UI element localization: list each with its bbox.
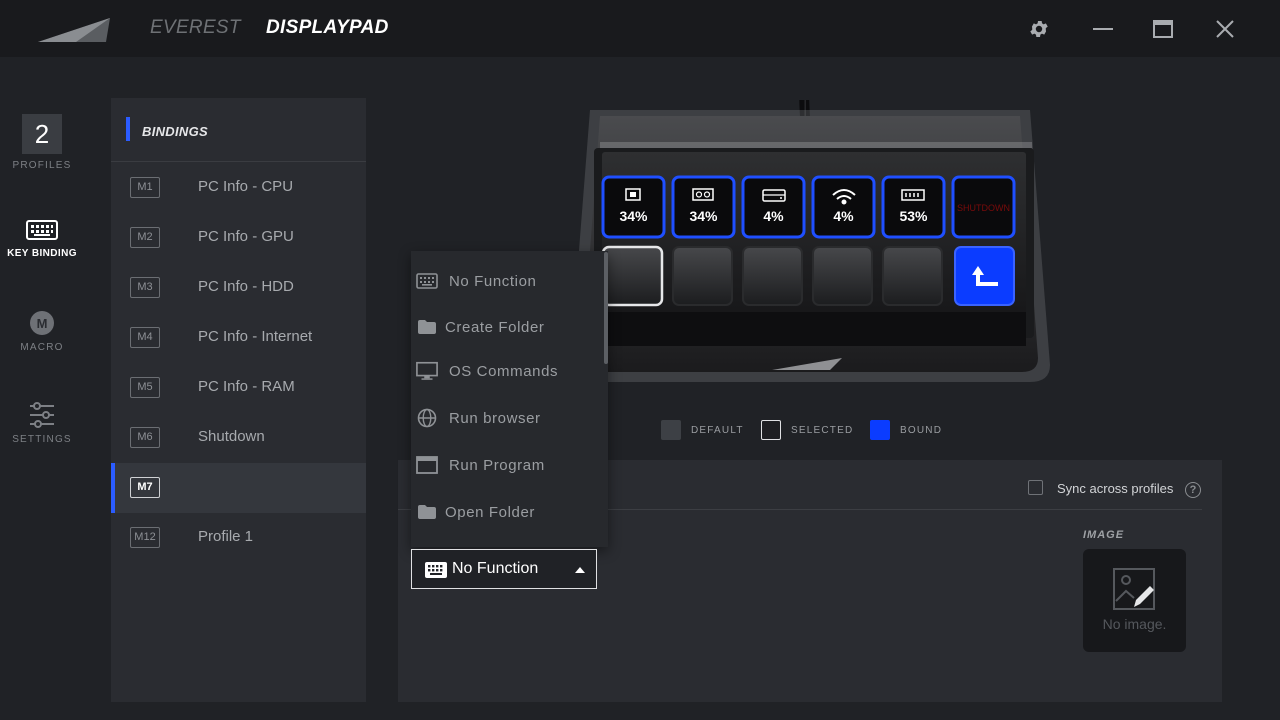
folder-icon — [416, 502, 438, 522]
binding-row-m4[interactable]: M4 PC Info - Internet — [111, 313, 366, 363]
monitor-icon — [416, 361, 438, 381]
legend-label-bound: BOUND — [900, 424, 943, 436]
binding-name: PC Info - HDD — [198, 278, 294, 295]
binding-name: PC Info - RAM — [198, 378, 295, 395]
dropdown-option-label: Create Folder — [445, 319, 545, 336]
keyboard-icon — [416, 271, 438, 291]
tab-everest[interactable]: EVEREST — [150, 17, 241, 39]
binding-key: M7 — [130, 477, 160, 498]
legend-swatch-selected — [761, 420, 781, 440]
sliders-icon — [30, 402, 54, 428]
device-key-hdd-value: 4% — [763, 208, 784, 224]
help-icon[interactable]: ? — [1185, 482, 1201, 498]
dropdown-option-run-program[interactable]: Run Program — [411, 445, 608, 485]
nav-label-settings: SETTINGS — [12, 434, 72, 445]
nav-label-macro: MACRO — [20, 342, 64, 353]
globe-icon — [416, 408, 438, 428]
nav-label-profiles: PROFILES — [12, 160, 72, 171]
binding-row-m6[interactable]: M6 Shutdown — [111, 413, 366, 463]
device-key-shutdown-value: SHUTDOWN — [957, 203, 1010, 213]
legend-default: DEFAULT — [661, 420, 744, 440]
binding-name: PC Info - Internet — [198, 328, 313, 345]
device-key-ram-value: 53% — [899, 208, 928, 224]
maximize-icon[interactable] — [1150, 16, 1176, 42]
dropdown-option-create-folder[interactable]: Create Folder — [411, 307, 608, 347]
minimize-icon[interactable] — [1090, 16, 1116, 42]
legend-label-selected: SELECTED — [791, 424, 854, 436]
dropdown-option-label: No Function — [449, 273, 537, 290]
legend-swatch-bound — [870, 420, 890, 440]
gear-icon[interactable] — [1026, 16, 1052, 42]
device-key-cpu-value: 34% — [619, 208, 648, 224]
bindings-header: BINDINGS — [111, 98, 366, 162]
image-upload-box[interactable]: No image. — [1083, 549, 1186, 652]
bindings-accent-bar — [126, 117, 130, 141]
binding-name: Profile 1 — [198, 528, 254, 545]
binding-row-m12[interactable]: M12 Profile 1 — [111, 513, 366, 563]
legend-bound: BOUND — [870, 420, 942, 440]
binding-name: PC Info - GPU — [198, 228, 294, 245]
binding-row-m7[interactable]: M7 — [111, 463, 366, 513]
tab-displaypad[interactable]: DISPLAYPAD — [266, 17, 389, 39]
legend-selected: SELECTED — [761, 420, 853, 440]
binding-row-m2[interactable]: M2 PC Info - GPU — [111, 213, 366, 263]
dropdown-scrollbar[interactable] — [604, 252, 608, 364]
dropdown-option-os-commands[interactable]: OS Commands — [411, 351, 608, 391]
displaypad-device: 34% 34% 4% 4% 53% SHUTDOWN — [570, 100, 1050, 382]
binding-row-m5[interactable]: M5 PC Info - RAM — [111, 363, 366, 413]
nav-settings[interactable]: SETTINGS — [0, 402, 84, 445]
binding-key: M1 — [130, 177, 160, 198]
dropdown-option-label: Open Folder — [445, 504, 535, 521]
binding-key: M12 — [130, 527, 160, 548]
profile-number-icon: 2 — [22, 114, 62, 154]
device-key-internet-value: 4% — [833, 208, 854, 224]
dropdown-option-label: OS Commands — [449, 363, 559, 380]
nav-label-key-binding: KEY BINDING — [7, 248, 77, 259]
binding-key: M6 — [130, 427, 160, 448]
svg-text:M: M — [37, 316, 48, 331]
binding-key: M2 — [130, 227, 160, 248]
dropdown-option-label: Run browser — [449, 410, 541, 427]
binding-name: Shutdown — [198, 428, 265, 445]
title-bar: EVEREST DISPLAYPAD — [0, 0, 1280, 57]
nav-profiles[interactable]: 2 PROFILES — [0, 114, 84, 171]
brand-logo — [38, 18, 110, 42]
binding-key: M4 — [130, 327, 160, 348]
dropdown-option-open-folder[interactable]: Open Folder — [411, 492, 608, 532]
function-select[interactable]: No Function — [411, 549, 597, 589]
sync-checkbox[interactable] — [1028, 480, 1043, 495]
keyboard-icon — [26, 220, 58, 240]
binding-key: M3 — [130, 277, 160, 298]
bindings-panel: BINDINGS M1 PC Info - CPU M2 PC Info - G… — [111, 98, 366, 702]
nav-key-binding[interactable]: KEY BINDING — [0, 218, 84, 259]
binding-row-m1[interactable]: M1 PC Info - CPU — [111, 163, 366, 213]
image-edit-icon — [1113, 568, 1155, 610]
close-icon[interactable] — [1212, 16, 1238, 42]
no-image-text: No image. — [1102, 616, 1167, 632]
binding-name: PC Info - CPU — [198, 178, 294, 195]
folder-icon — [416, 317, 438, 337]
nav-macro[interactable]: M MACRO — [0, 310, 84, 353]
dropdown-option-label: Run Program — [449, 457, 545, 474]
window-icon — [416, 455, 438, 475]
dropdown-option-no-function[interactable]: No Function — [411, 261, 608, 301]
bindings-title: BINDINGS — [142, 124, 208, 139]
function-dropdown-list: No Function Create Folder OS Commands Ru… — [411, 251, 608, 547]
binding-key: M5 — [130, 377, 160, 398]
image-label: IMAGE — [1083, 529, 1125, 541]
dropdown-option-run-browser[interactable]: Run browser — [411, 398, 608, 438]
keyboard-icon — [425, 562, 447, 578]
legend-label-default: DEFAULT — [691, 424, 744, 436]
function-select-value: No Function — [452, 560, 539, 577]
legend-swatch-default — [661, 420, 681, 440]
binding-row-m3[interactable]: M3 PC Info - HDD — [111, 263, 366, 313]
sync-label: Sync across profiles — [1057, 481, 1174, 496]
caret-up-icon — [575, 567, 585, 573]
device-key-gpu-value: 34% — [689, 208, 718, 224]
macro-m-icon: M — [30, 311, 54, 335]
